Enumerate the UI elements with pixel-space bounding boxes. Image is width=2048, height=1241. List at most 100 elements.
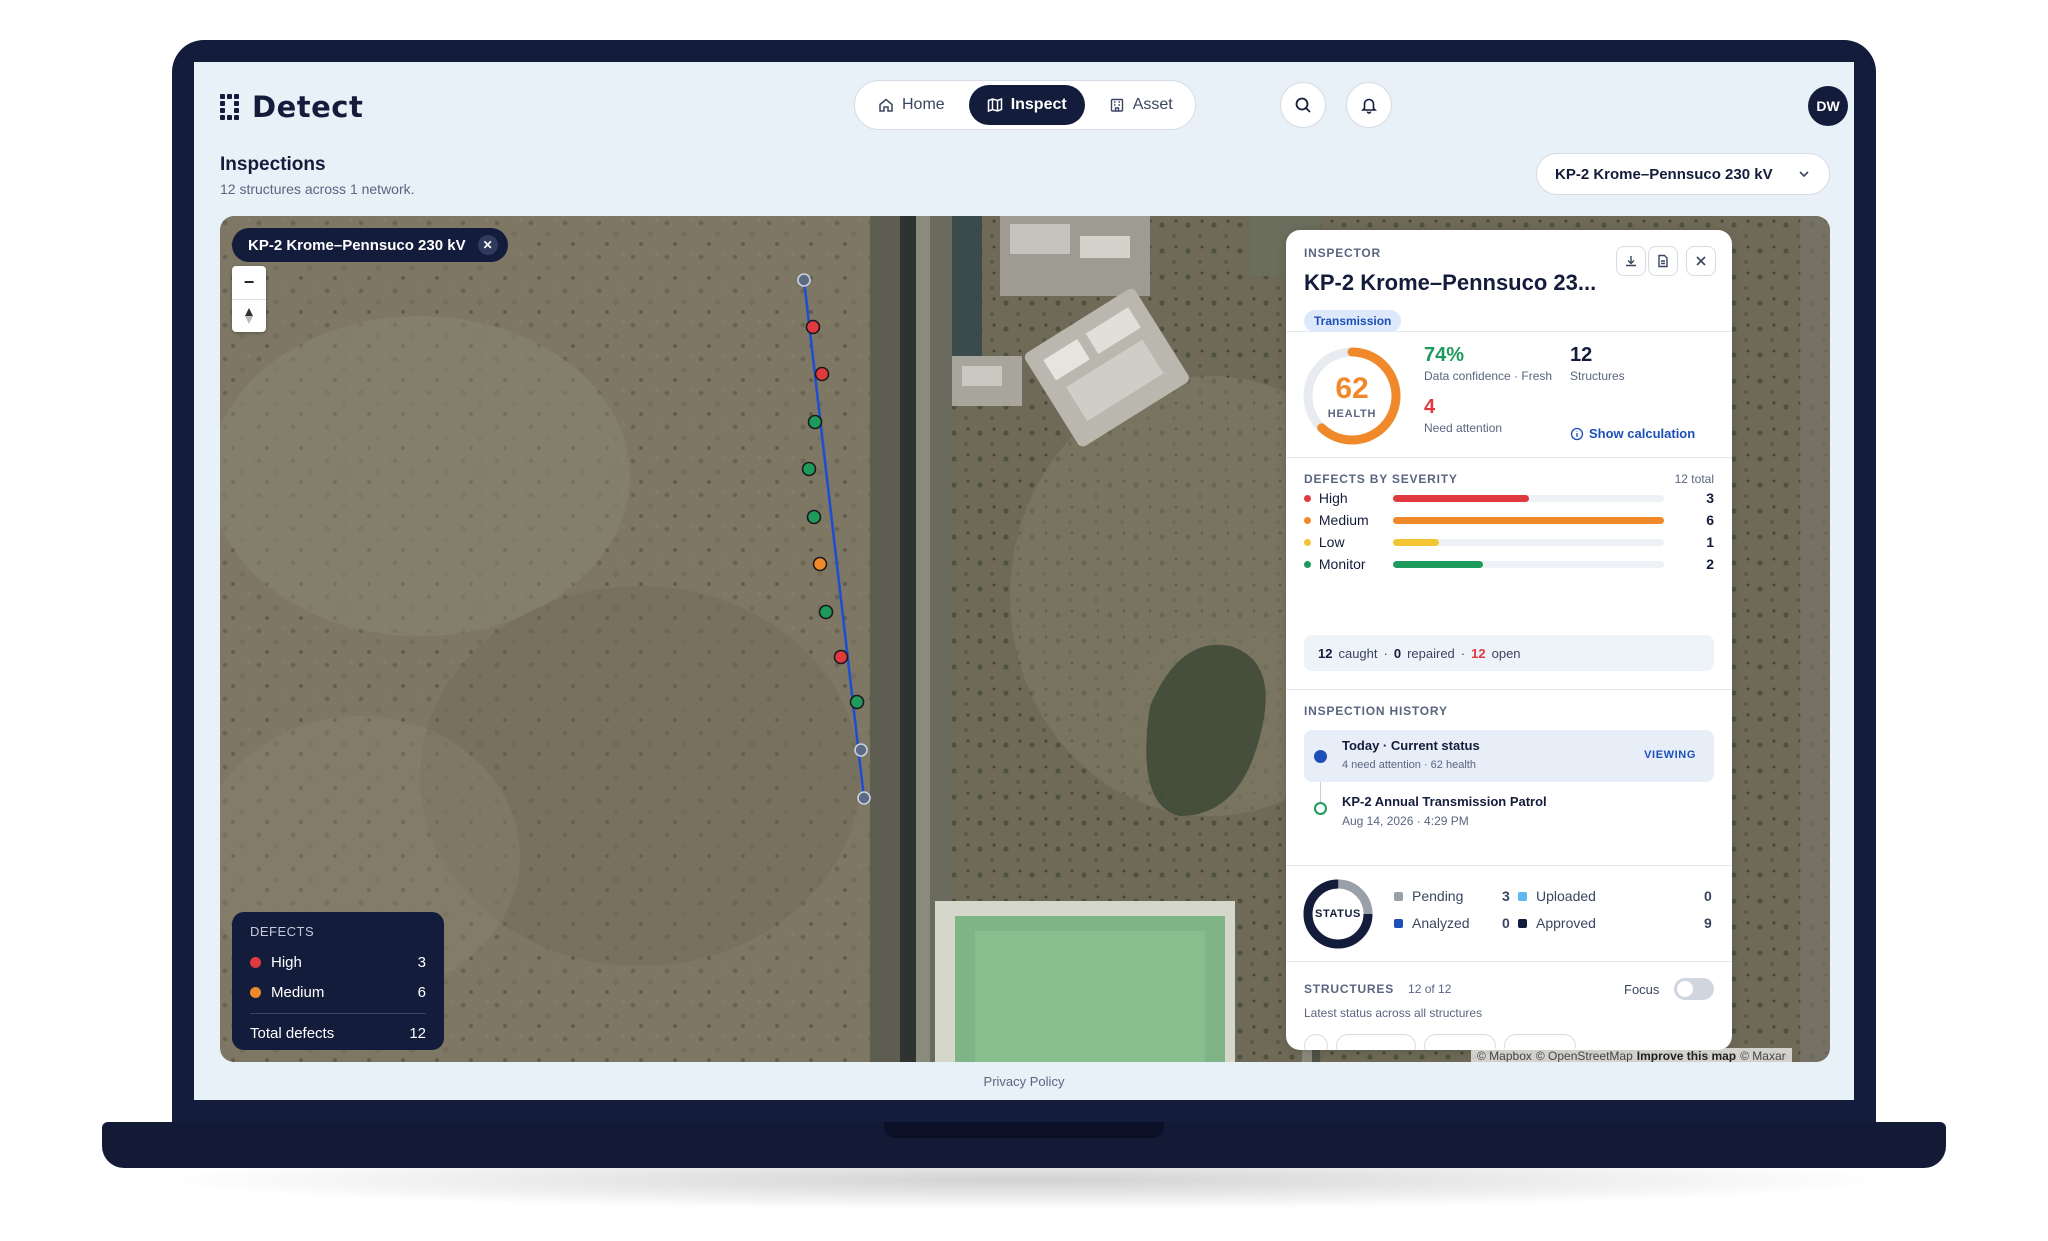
repaired-count: 0: [1393, 645, 1402, 661]
history-current-title: Today · Current status: [1342, 738, 1480, 753]
legend-label: Medium: [271, 983, 325, 1001]
viewing-badge: VIEWING: [1644, 749, 1696, 761]
history-past-sub: Aug 14, 2026 · 4:29 PM: [1342, 814, 1469, 828]
severity-dot-icon: [1304, 538, 1311, 546]
structure-marker[interactable]: [805, 319, 821, 335]
chevron-down-icon: [1799, 171, 1809, 178]
structure-marker[interactable]: [857, 791, 871, 805]
legend-title: DEFECTS: [250, 924, 315, 939]
status-item-value: 0: [1704, 888, 1712, 904]
structure-marker[interactable]: [814, 366, 830, 382]
compass-icon: [245, 308, 253, 324]
close-panel-button[interactable]: [1686, 246, 1716, 276]
app-name: Detect: [252, 90, 364, 124]
map-view[interactable]: KP-2 Krome–Pennsuco 230 kV ✕ − DEFECTS H…: [220, 216, 1830, 1062]
severity-row-monitor: Monitor 2: [1304, 554, 1714, 574]
severity-bar: [1393, 494, 1665, 502]
status-pending: Pending: [1394, 888, 1463, 904]
attrib-maxar[interactable]: © Maxar: [1740, 1049, 1786, 1062]
attrib-improve[interactable]: Improve this map: [1637, 1049, 1736, 1062]
structure-marker[interactable]: [833, 649, 849, 665]
user-avatar[interactable]: DW: [1808, 86, 1848, 126]
close-icon: [1696, 256, 1706, 266]
home-icon: [879, 98, 893, 112]
app-logo[interactable]: Detect: [220, 90, 363, 124]
main-nav: Home Inspect Asset: [854, 80, 1196, 130]
network-select[interactable]: KP-2 Krome–Pennsuco 230 kV: [1536, 153, 1830, 195]
nav-home[interactable]: Home: [860, 85, 963, 125]
status-approved: Approved: [1518, 915, 1596, 931]
nav-inspect[interactable]: Inspect: [968, 85, 1085, 125]
nav-asset-label: Asset: [1132, 96, 1173, 113]
map-attribution: © Mapbox © OpenStreetMap Improve this ma…: [1471, 1048, 1792, 1062]
compass-button[interactable]: [232, 299, 266, 332]
zoom-out-button[interactable]: −: [232, 266, 266, 299]
structures-value: 12: [1570, 344, 1593, 366]
history-current-sub: 4 need attention · 62 health: [1342, 759, 1476, 771]
structure-marker[interactable]: [801, 461, 817, 477]
report-button[interactable]: [1648, 246, 1678, 276]
structure-marker[interactable]: [797, 273, 811, 287]
current-dot-icon: [1314, 750, 1327, 763]
close-icon[interactable]: ✕: [477, 235, 498, 255]
structure-marker[interactable]: [812, 556, 828, 572]
map-filter-chip[interactable]: KP-2 Krome–Pennsuco 230 kV ✕: [232, 228, 508, 262]
status-item-label: Analyzed: [1412, 915, 1470, 931]
focus-toggle[interactable]: [1674, 978, 1714, 1000]
confidence-stat: 74% Data confidence · Fresh: [1424, 344, 1552, 383]
severity-name: Medium: [1318, 512, 1369, 528]
structures-stat: 12 Structures: [1570, 344, 1625, 383]
attrib-mapbox[interactable]: © Mapbox: [1477, 1049, 1532, 1062]
structure-marker[interactable]: [806, 509, 822, 525]
severity-value: 2: [1706, 556, 1714, 572]
repaired-label: repaired: [1407, 645, 1455, 661]
status-item-label: Approved: [1536, 915, 1596, 931]
health-label: HEALTH: [1327, 408, 1377, 420]
download-button[interactable]: [1616, 246, 1646, 276]
severity-dot-icon: [1304, 516, 1311, 524]
severity-row-medium: Medium 6: [1304, 510, 1714, 530]
severity-bar: [1393, 560, 1665, 568]
defects-legend: DEFECTS High 3 Medium 6 Total defects 12: [232, 912, 444, 1050]
status-analyzed: Analyzed: [1394, 915, 1470, 931]
inspector-header: INSPECTOR KP-2 Krome–Pennsuco 23... Tran…: [1286, 230, 1732, 332]
structure-marker[interactable]: [818, 604, 834, 620]
status-label: STATUS: [1315, 908, 1361, 920]
structure-marker[interactable]: [854, 743, 868, 757]
attention-value: 4: [1424, 396, 1436, 418]
inspector-label: INSPECTOR: [1304, 246, 1381, 260]
status-item-value: 0: [1502, 915, 1510, 931]
open-label: open: [1491, 645, 1521, 661]
caught-label: caught: [1338, 645, 1378, 661]
search-button[interactable]: [1280, 82, 1326, 128]
filter-pill[interactable]: [1336, 1034, 1416, 1050]
structure-marker[interactable]: [807, 414, 823, 430]
status-item-value: 3: [1502, 888, 1510, 904]
history-current-item[interactable]: Today · Current status 4 need attention …: [1304, 730, 1714, 782]
filter-search-icon[interactable]: [1304, 1034, 1328, 1050]
status-item-value: 9: [1704, 915, 1712, 931]
severity-value: 1: [1706, 534, 1714, 550]
health-value: 62: [1335, 372, 1369, 405]
past-dot-icon: [1314, 802, 1327, 815]
privacy-policy-link[interactable]: Privacy Policy: [194, 1074, 1854, 1089]
confidence-value: 74%: [1424, 344, 1465, 366]
download-icon: [1626, 256, 1636, 267]
page-subtitle: 12 structures across 1 network.: [220, 181, 415, 197]
structures-count: 12 of 12: [1408, 982, 1452, 996]
nav-asset[interactable]: Asset: [1091, 85, 1191, 125]
history-past-title[interactable]: KP-2 Annual Transmission Patrol: [1342, 794, 1547, 809]
open-count: 12: [1471, 645, 1486, 661]
show-calculation-link[interactable]: Show calculation: [1570, 426, 1695, 441]
severity-dot-icon: [1304, 560, 1311, 568]
attrib-osm[interactable]: © OpenStreetMap: [1536, 1049, 1633, 1062]
severity-value: 6: [1706, 512, 1714, 528]
severity-value: 3: [1706, 490, 1714, 506]
attention-stat: 4 Need attention: [1424, 396, 1502, 435]
structure-marker[interactable]: [849, 694, 865, 710]
bell-icon: [1361, 98, 1377, 114]
laptop-notch: [884, 1122, 1164, 1138]
legend-count: 6: [417, 983, 426, 1001]
severity-row-high: High 3: [1304, 488, 1714, 508]
notifications-button[interactable]: [1346, 82, 1392, 128]
